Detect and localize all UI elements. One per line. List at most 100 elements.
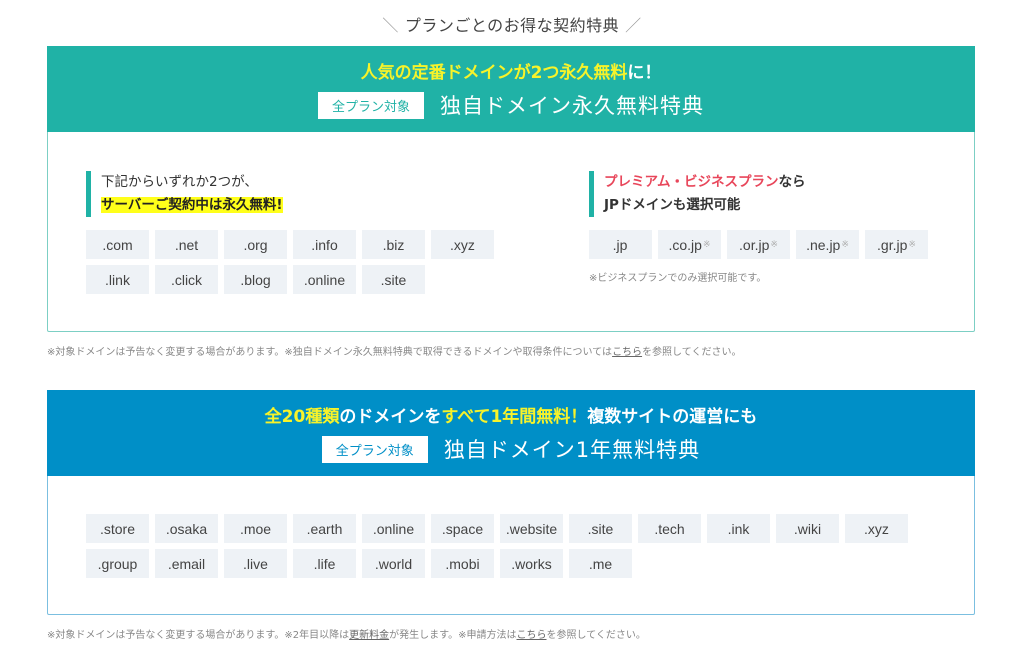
all-plans-badge: 全プラン対象 — [321, 435, 428, 463]
headline-text: が — [513, 63, 531, 83]
headline-highlight: 全20種類 — [264, 407, 340, 427]
domain-chip: .click — [155, 265, 218, 294]
card-title-row: 全プラン対象 独自ドメイン1年無料特典 — [47, 434, 975, 464]
domain-chip: .earth — [293, 514, 356, 543]
domain-name: .moe — [239, 520, 272, 537]
domain-name: .osaka — [165, 520, 208, 537]
section-heading-text: プランごとのお得な契約特典 — [404, 16, 620, 35]
business-plan-note: ※ビジネスプランでのみ選択可能です。 — [589, 273, 767, 284]
domain-chip: .group — [86, 549, 149, 578]
one-year-free-domain-card: 全20種類のドメインをすべて1年間無料！複数サイトの運営にも 全プラン対象 独自… — [47, 390, 975, 615]
domain-chip: .net — [155, 230, 218, 259]
domain-chip: .online — [362, 514, 425, 543]
domain-chip: .xyz — [845, 514, 908, 543]
domain-chip: .mobi — [431, 549, 494, 578]
domain-chip: .world — [362, 549, 425, 578]
domain-chip: .store — [86, 514, 149, 543]
premium-business-plan-text: プレミアム・ビジネスプラン — [604, 174, 779, 190]
footnote-text: が発生します。※申請方法は — [389, 630, 517, 641]
permanent-free-domain-card: 人気の定番ドメインが2つ永久無料に！ 全プラン対象 独自ドメイン永久無料特典 下… — [47, 46, 975, 332]
right-note-line2: JPドメインも選択可能 — [604, 197, 741, 213]
domain-chip: .works — [500, 549, 563, 578]
domain-name: .ne.jp — [806, 236, 841, 253]
card-headline: 人気の定番ドメインが2つ永久無料に！ — [47, 58, 975, 83]
footnote-permanent: ※対象ドメインは予告なく変更する場合があります。※独自ドメイン永久無料特典で取得… — [47, 343, 741, 358]
footnote-text: を参照してください。 — [642, 347, 742, 358]
domain-name: .world — [374, 555, 413, 572]
domain-chip: .co.jp ※ — [658, 230, 721, 259]
slash-left: ＼ — [382, 16, 399, 35]
domain-name: .online — [303, 271, 346, 288]
details-link[interactable]: こちら — [612, 347, 642, 358]
domain-chip: .moe — [224, 514, 287, 543]
domain-name: .click — [170, 271, 203, 288]
asterisk-mark: ※ — [841, 239, 849, 249]
domain-name: .store — [99, 520, 135, 537]
footnote-text: を参照してください。 — [546, 630, 646, 641]
domain-chip: .live — [224, 549, 287, 578]
one-year-domain-list: .store .osaka .moe .earth .online .space .webs… — [86, 514, 936, 584]
domain-name: .tech — [654, 520, 685, 537]
card-header: 全20種類のドメインをすべて1年間無料！複数サイトの運営にも 全プラン対象 独自… — [47, 390, 975, 476]
right-note-text: なら — [778, 174, 806, 190]
domain-name: .info — [311, 236, 338, 253]
domain-chip: .ne.jp ※ — [796, 230, 859, 259]
card-headline: 全20種類のドメインをすべて1年間無料！複数サイトの運営にも — [47, 402, 975, 427]
domain-name: .mobi — [445, 555, 480, 572]
domain-chip: .info — [293, 230, 356, 259]
domain-name: .wiki — [793, 520, 822, 537]
domain-chip: .osaka — [155, 514, 218, 543]
domain-name: .com — [102, 236, 133, 253]
left-note: 下記からいずれか2つが、 サーバーご契約中は永久無料! — [86, 171, 283, 217]
domain-name: .site — [587, 520, 614, 537]
domain-name: .xyz — [864, 520, 889, 537]
section-heading: ＼ プランごとのお得な契約特典 ／ — [0, 12, 1024, 36]
domain-name: .or.jp — [739, 236, 770, 253]
domain-chip: .email — [155, 549, 218, 578]
card-header: 人気の定番ドメインが2つ永久無料に！ 全プラン対象 独自ドメイン永久無料特典 — [47, 46, 975, 132]
domain-chip: .life — [293, 549, 356, 578]
domain-chip: .com — [86, 230, 149, 259]
domain-name: .org — [243, 236, 268, 253]
right-note: プレミアム・ビジネスプランなら JPドメインも選択可能 — [589, 171, 806, 217]
headline-highlight: すべて1年間無料！ — [441, 407, 588, 427]
domain-chip: .space — [431, 514, 494, 543]
card-title: 独自ドメイン永久無料特典 — [440, 94, 704, 118]
slash-right: ／ — [625, 16, 642, 35]
domain-chip: .me — [569, 549, 632, 578]
domain-name: .jp — [612, 236, 628, 253]
domain-name: .blog — [240, 271, 271, 288]
domain-name: .life — [313, 555, 336, 572]
renewal-fee-link[interactable]: 更新料金 — [349, 630, 389, 641]
domain-chip: .online — [293, 265, 356, 294]
asterisk-mark: ※ — [908, 239, 916, 249]
domain-chip: .wiki — [776, 514, 839, 543]
domain-name: .website — [505, 520, 558, 537]
domain-name: .live — [243, 555, 268, 572]
left-note-line1: 下記からいずれか2つが、 — [101, 174, 258, 190]
application-method-link[interactable]: こちら — [517, 630, 547, 641]
domain-chip: .link — [86, 265, 149, 294]
headline-text: のドメインを — [339, 407, 442, 427]
domain-name: .email — [167, 555, 206, 572]
domain-name: .group — [97, 555, 138, 572]
domain-chip: .org — [224, 230, 287, 259]
headline-text: に！ — [627, 63, 662, 83]
all-plans-badge: 全プラン対象 — [317, 91, 424, 119]
left-note-highlight: サーバーご契約中は永久無料! — [101, 197, 283, 213]
card-title-row: 全プラン対象 独自ドメイン永久無料特典 — [47, 90, 975, 120]
footnote-text: ※対象ドメインは予告なく変更する場合があります。※2年目以降は — [47, 630, 350, 641]
domain-chip: .site — [362, 265, 425, 294]
headline-highlight: 人気の定番ドメイン — [360, 63, 514, 83]
jp-domain-list: .jp .co.jp ※ .or.jp ※ .ne.jp ※ .gr.jp ※ — [589, 230, 949, 265]
footnote-one-year: ※対象ドメインは予告なく変更する場合があります。※2年目以降は更新料金が発生しま… — [47, 626, 646, 641]
domain-chip: .jp — [589, 230, 652, 259]
domain-chip: .site — [569, 514, 632, 543]
domain-name: .online — [372, 520, 415, 537]
card-title: 独自ドメイン1年無料特典 — [443, 438, 701, 462]
domain-name: .gr.jp — [877, 236, 908, 253]
domain-chip: .or.jp ※ — [727, 230, 790, 259]
domain-name: .net — [174, 236, 199, 253]
domain-name: .biz — [382, 236, 405, 253]
asterisk-mark: ※ — [770, 239, 778, 249]
